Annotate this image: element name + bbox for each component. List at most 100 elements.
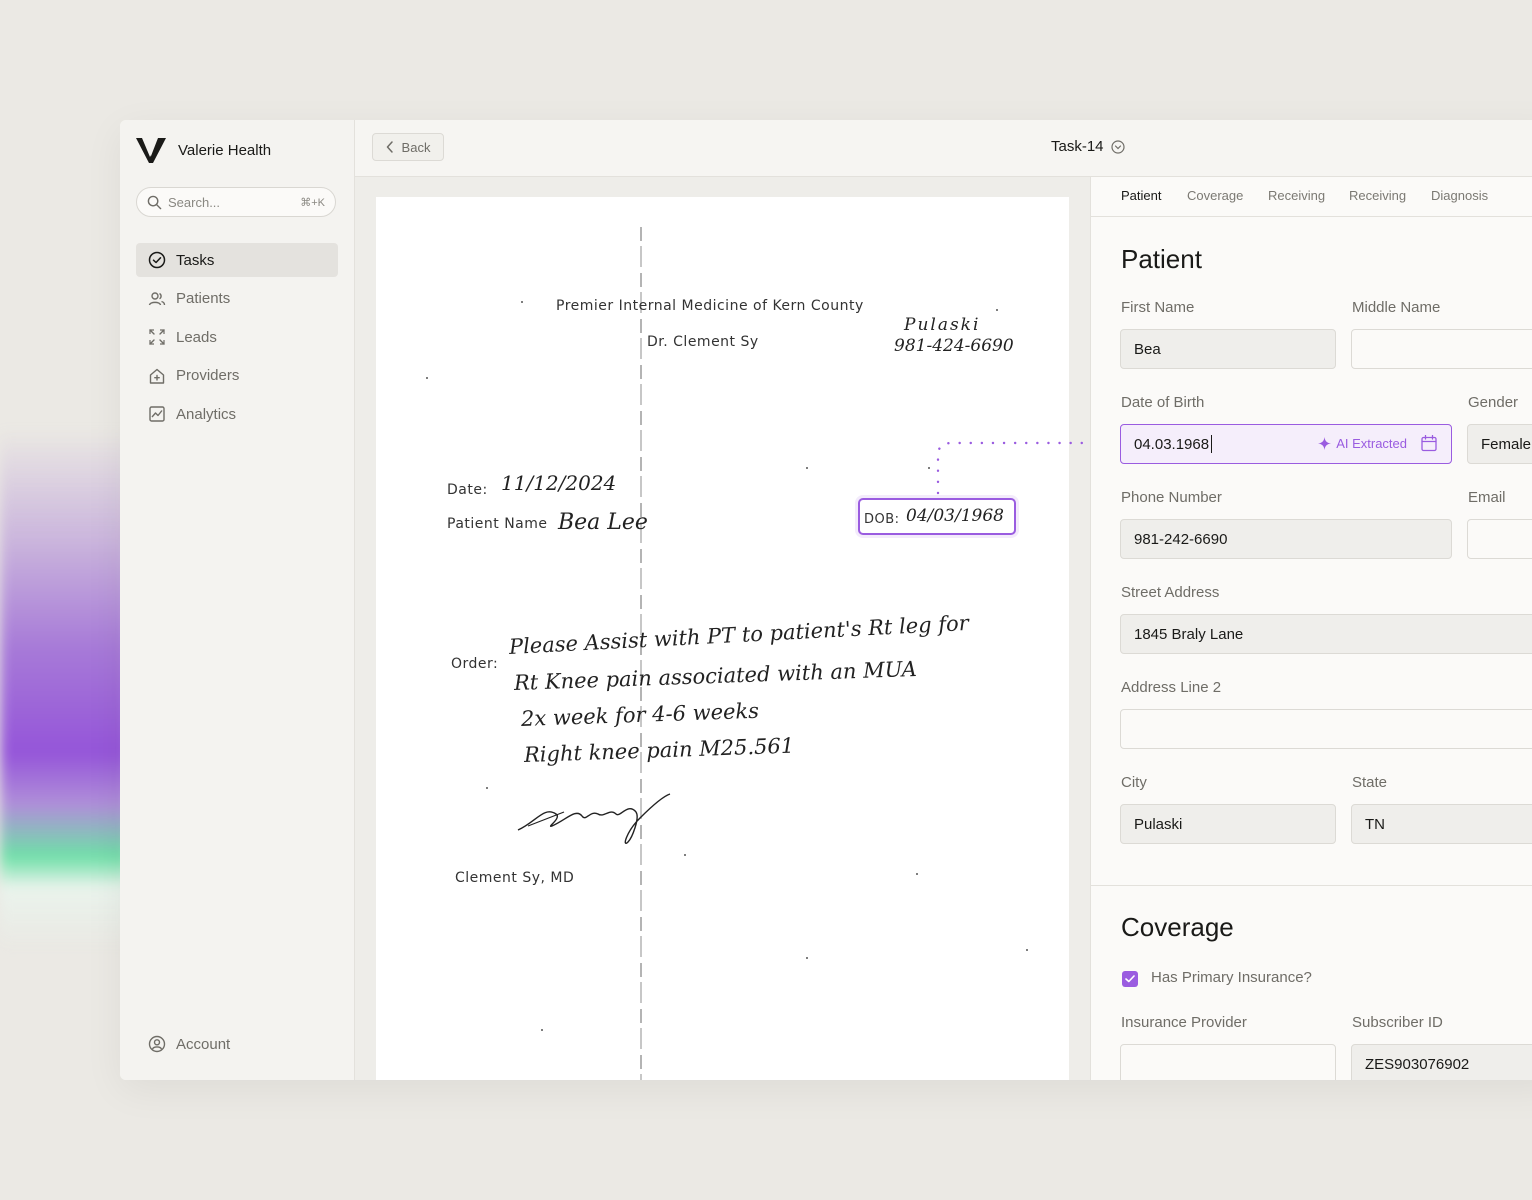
document-viewer[interactable]: Premier Internal Medicine of Kern County…	[355, 177, 1090, 1080]
sidebar-item-label: Tasks	[176, 251, 215, 269]
first-name-label: First Name	[1121, 299, 1195, 316]
search-shortcut: ⌘+K	[300, 196, 325, 209]
phone-field[interactable]: 981-242-6690	[1120, 519, 1452, 559]
dob-value: 04.03.1968	[1134, 435, 1210, 453]
doc-doctor-name: Dr. Clement Sy	[647, 334, 759, 350]
sidebar-item-label: Leads	[176, 328, 217, 346]
top-bar: Back Task-14	[355, 120, 1532, 177]
back-label: Back	[401, 139, 431, 155]
account-label: Account	[176, 1035, 231, 1053]
back-button[interactable]: Back	[372, 133, 444, 161]
middle-name-label: Middle Name	[1352, 299, 1441, 316]
dob-label: Date of Birth	[1121, 394, 1205, 411]
tab-receiving-2[interactable]: Receiving	[1349, 188, 1406, 203]
sidebar-item-label: Providers	[176, 367, 240, 384]
city-field[interactable]: Pulaski	[1120, 804, 1336, 844]
calendar-icon[interactable]	[1421, 435, 1437, 452]
doc-order-line: 2x week for 4-6 weeks	[520, 698, 760, 731]
check-icon	[1125, 975, 1135, 983]
doc-city-note: Pulaski	[904, 315, 981, 335]
sidebar-item-label: Analytics	[176, 405, 237, 423]
tab-receiving[interactable]: Receiving	[1268, 188, 1325, 203]
doc-order-line: Rt Knee pain associated with an MUA	[513, 656, 918, 695]
state-label: State	[1352, 774, 1388, 791]
email-field[interactable]	[1467, 519, 1532, 559]
brand[interactable]: Valerie Health	[136, 136, 271, 164]
patient-section-title: Patient	[1121, 244, 1202, 274]
app-window: Valerie Health Search... ⌘+K Tasks Patie…	[120, 120, 1532, 1080]
brand-name: Valerie Health	[178, 141, 272, 159]
search-icon	[147, 195, 162, 209]
doc-order-line: Please Assist with PT to patient's Rt le…	[508, 610, 970, 659]
patient-form: Patient Coverage Receiving Receiving Dia…	[1090, 177, 1532, 1080]
first-name-field[interactable]: Bea	[1120, 329, 1336, 369]
subscriber-id-label: Subscriber ID	[1352, 1014, 1443, 1031]
search-input[interactable]: Search...	[168, 195, 300, 210]
city-label: City	[1121, 774, 1147, 791]
task-title[interactable]: Task-14	[1051, 138, 1125, 155]
address-line-2-field[interactable]	[1120, 709, 1532, 749]
doc-order-label: Order:	[451, 656, 499, 672]
middle-name-field[interactable]	[1351, 329, 1532, 369]
providers-icon	[149, 368, 165, 384]
chart-icon	[149, 406, 165, 422]
doc-clinic-name: Premier Internal Medicine of Kern County	[556, 298, 864, 314]
sidebar: Valerie Health Search... ⌘+K Tasks Patie…	[120, 120, 355, 1080]
primary-insurance-label: Has Primary Insurance?	[1151, 969, 1312, 986]
gender-label: Gender	[1468, 394, 1519, 411]
dob-field[interactable]: 04.03.1968 AI Extracted	[1120, 424, 1452, 464]
street-address-field[interactable]: 1845 Braly Lane	[1120, 614, 1532, 654]
users-icon	[148, 291, 166, 305]
ai-extracted-label: AI Extracted	[1336, 436, 1407, 451]
ai-extracted-badge: AI Extracted	[1318, 436, 1407, 451]
sidebar-item-tasks[interactable]: Tasks	[136, 243, 338, 277]
sidebar-item-leads[interactable]: Leads	[136, 320, 338, 354]
primary-insurance-checkbox[interactable]	[1122, 971, 1138, 987]
sparkle-icon	[1318, 437, 1332, 450]
doc-dob-value: 04/03/1968	[906, 506, 1004, 526]
sidebar-item-label: Patients	[176, 290, 231, 307]
gender-select[interactable]: Female	[1467, 424, 1532, 464]
doc-signature-name: Clement Sy, MD	[455, 870, 575, 886]
doc-date-value: 11/12/2024	[501, 471, 617, 495]
doc-order-line: Right knee pain M25.561	[523, 733, 795, 767]
insurance-provider-field[interactable]	[1120, 1044, 1336, 1080]
address2-label: Address Line 2	[1121, 679, 1222, 696]
fax-artifact-line	[640, 227, 642, 1080]
account-button[interactable]: Account	[148, 1035, 230, 1053]
form-tabs: Patient Coverage Receiving Receiving Dia…	[1091, 177, 1532, 217]
doc-date-label: Date:	[447, 482, 488, 498]
tab-patient[interactable]: Patient	[1121, 188, 1161, 203]
email-label: Email	[1468, 489, 1506, 506]
doc-dob-label: DOB:	[864, 512, 900, 527]
doc-patient-label: Patient Name	[447, 516, 548, 532]
leads-icon	[149, 329, 165, 345]
search-box[interactable]: Search... ⌘+K	[136, 187, 336, 217]
coverage-section-title: Coverage	[1121, 912, 1234, 942]
user-circle-icon	[148, 1035, 166, 1053]
sidebar-item-patients[interactable]: Patients	[136, 282, 338, 316]
background-gradient	[0, 430, 130, 950]
valerie-logo-icon	[136, 138, 166, 163]
doc-phone-note: 981-424-6690	[894, 336, 1014, 356]
dob-highlight[interactable]: DOB: 04/03/1968	[858, 498, 1016, 535]
chevron-down-circle-icon[interactable]	[1110, 139, 1125, 154]
doctor-signature	[517, 793, 671, 844]
insurance-provider-label: Insurance Provider	[1121, 1014, 1247, 1031]
tab-diagnosis[interactable]: Diagnosis	[1431, 188, 1488, 203]
text-cursor	[1211, 435, 1213, 453]
doc-patient-value: Bea Lee	[558, 510, 648, 535]
sidebar-item-analytics[interactable]: Analytics	[136, 397, 338, 431]
task-title-text: Task-14	[1051, 138, 1104, 155]
section-divider	[1091, 885, 1532, 886]
sidebar-nav: Tasks Patients Leads Providers Analytics	[136, 243, 338, 436]
chevron-left-icon	[386, 141, 393, 153]
fax-document: Premier Internal Medicine of Kern County…	[376, 197, 1069, 1080]
check-circle-icon	[148, 251, 166, 269]
sidebar-item-providers[interactable]: Providers	[136, 359, 338, 393]
state-field[interactable]: TN	[1351, 804, 1532, 844]
street-label: Street Address	[1121, 584, 1220, 601]
tab-coverage[interactable]: Coverage	[1187, 188, 1243, 203]
subscriber-id-field[interactable]: ZES903076902	[1351, 1044, 1532, 1080]
phone-label: Phone Number	[1121, 489, 1222, 506]
